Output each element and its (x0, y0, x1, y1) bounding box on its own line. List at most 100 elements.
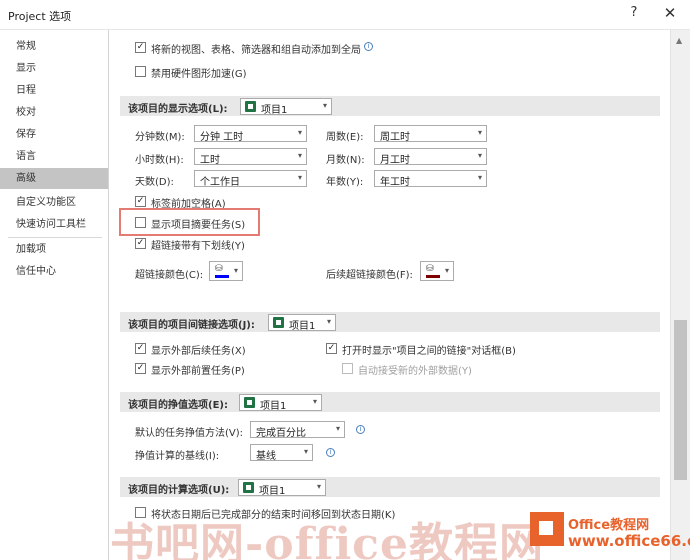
link-project-select[interactable]: 项目1 ▾ (268, 314, 336, 332)
sidebar-item-trust-center[interactable]: 信任中心 (0, 261, 108, 282)
show-external-successors-checkbox[interactable]: ✓ (135, 343, 146, 354)
office-logo-icon (530, 512, 564, 546)
project-file-icon (245, 101, 256, 112)
earned-value-header: 该项目的挣值选项(E): 项目1 ▾ (120, 392, 660, 412)
chevron-down-icon: ▾ (335, 424, 340, 433)
months-select[interactable]: 月工时 ▾ (374, 148, 487, 166)
project-file-icon (273, 317, 284, 328)
link-project-value: 项目1 (289, 321, 316, 332)
window-title: Project 选项 (8, 10, 72, 23)
display-project-value: 项目1 (261, 105, 288, 116)
disable-hw-accel-checkbox[interactable] (135, 66, 146, 77)
auto-accept-checkbox[interactable] (342, 363, 353, 374)
sidebar-item-quick-access[interactable]: 快速访问工具栏 (0, 214, 108, 235)
baseline-value: 基线 (256, 451, 276, 462)
chevron-down-icon: ▾ (444, 266, 449, 275)
show-links-dialog-label: 打开时显示"项目之间的链接"对话框(B) (342, 346, 516, 357)
calculation-project-value: 项目1 (259, 486, 286, 497)
scroll-up-icon[interactable]: ▲ (676, 36, 682, 45)
link-options-title: 该项目的项目间链接选项(J): (128, 320, 255, 331)
office-logo: Office教程网 www.office66.cn (528, 508, 690, 558)
hyperlink-color-button[interactable]: ⛁ ▾ (209, 261, 243, 281)
sidebar-item-display[interactable]: 显示 (0, 58, 108, 79)
chevron-down-icon: ▾ (326, 317, 331, 326)
baseline-label: 挣值计算的基线(I): (135, 451, 220, 462)
auto-accept-label: 自动接受新的外部数据(Y) (358, 366, 472, 377)
followed-color-button[interactable]: ⛁ ▾ (420, 261, 454, 281)
show-external-successors-label: 显示外部后续任务(X) (151, 346, 246, 357)
sidebar-divider (8, 237, 102, 238)
sidebar: 常规 显示 日程 校对 保存 语言 高级 自定义功能区 快速访问工具栏 加载项 … (0, 30, 109, 560)
chevron-down-icon: ▾ (477, 151, 482, 160)
days-label: 天数(D): (135, 177, 174, 188)
options-content: ✓ 将新的视图、表格、筛选器和组自动添加到全局 i 禁用硬件图形加速(G) 该项… (110, 30, 670, 560)
sidebar-item-addins[interactable]: 加载项 (0, 239, 108, 260)
highlight-box (119, 208, 260, 236)
earned-value-title: 该项目的挣值选项(E): (128, 400, 228, 411)
add-views-label: 将新的视图、表格、筛选器和组自动添加到全局 (151, 45, 361, 56)
show-external-predecessors-label: 显示外部前置任务(P) (151, 366, 245, 377)
sidebar-item-language[interactable]: 语言 (0, 146, 108, 167)
sidebar-item-general[interactable]: 常规 (0, 36, 108, 57)
underline-links-label: 超链接带有下划线(Y) (151, 241, 245, 252)
chevron-down-icon: ▾ (316, 482, 321, 491)
chevron-down-icon: ▾ (322, 101, 327, 110)
underline-links-checkbox[interactable]: ✓ (135, 238, 146, 249)
earned-value-project-select[interactable]: 项目1 ▾ (239, 394, 322, 412)
followed-color-swatch (426, 275, 440, 278)
weeks-label: 周数(E): (326, 132, 364, 143)
help-button[interactable]: ? (625, 5, 643, 23)
minutes-value: 分钟 工时 (200, 132, 244, 143)
chevron-down-icon: ▾ (297, 173, 302, 182)
chevron-down-icon: ▾ (303, 447, 308, 456)
scrollbar-thumb[interactable] (674, 320, 687, 480)
baseline-select[interactable]: 基线 ▾ (250, 444, 313, 462)
weeks-select[interactable]: 周工时 ▾ (374, 125, 487, 143)
paint-bucket-icon: ⛁ (426, 264, 434, 274)
sidebar-item-advanced[interactable]: 高级 (0, 168, 108, 189)
show-links-dialog-checkbox[interactable]: ✓ (326, 343, 337, 354)
months-value: 月工时 (380, 155, 410, 166)
chevron-down-icon: ▾ (477, 173, 482, 182)
paint-bucket-icon: ⛁ (215, 264, 223, 274)
sidebar-item-proofing[interactable]: 校对 (0, 102, 108, 123)
chevron-down-icon: ▾ (297, 151, 302, 160)
years-label: 年数(Y): (326, 177, 364, 188)
chevron-down-icon: ▾ (233, 266, 238, 275)
info-icon: i (326, 448, 335, 457)
logo-line1: Office教程网 (568, 518, 650, 533)
chevron-down-icon: ▾ (297, 128, 302, 137)
followed-color-label: 后续超链接颜色(F): (326, 270, 413, 281)
chevron-down-icon: ▾ (477, 128, 482, 137)
years-select[interactable]: 年工时 ▾ (374, 170, 487, 188)
calculation-header: 该项目的计算选项(U): 项目1 ▾ (120, 477, 660, 497)
default-method-select[interactable]: 完成百分比 ▾ (250, 421, 345, 439)
hours-value: 工时 (200, 155, 220, 166)
show-external-predecessors-checkbox[interactable]: ✓ (135, 363, 146, 374)
chevron-down-icon: ▾ (312, 397, 317, 406)
logo-line2: www.office66.cn (568, 532, 690, 550)
weeks-value: 周工时 (380, 132, 410, 143)
display-project-select[interactable]: 项目1 ▾ (240, 98, 332, 116)
vertical-scrollbar[interactable]: ▲ (670, 30, 690, 560)
disable-hw-accel-label: 禁用硬件图形加速(G) (151, 69, 247, 80)
add-views-checkbox[interactable]: ✓ (135, 42, 146, 53)
close-button[interactable]: ✕ (660, 4, 680, 24)
sidebar-item-save[interactable]: 保存 (0, 124, 108, 145)
earned-value-project-value: 项目1 (260, 401, 287, 412)
months-label: 月数(N): (326, 155, 365, 166)
calculation-title: 该项目的计算选项(U): (128, 485, 230, 496)
project-file-icon (243, 482, 254, 493)
days-select[interactable]: 个工作日 ▾ (194, 170, 307, 188)
add-space-checkbox[interactable]: ✓ (135, 196, 146, 207)
link-options-header: 该项目的项目间链接选项(J): 项目1 ▾ (120, 312, 660, 332)
title-bar: Project 选项 ? ✕ (0, 0, 690, 30)
minutes-select[interactable]: 分钟 工时 ▾ (194, 125, 307, 143)
calculation-project-select[interactable]: 项目1 ▾ (238, 479, 326, 497)
hyperlink-color-label: 超链接颜色(C): (135, 270, 204, 281)
default-method-value: 完成百分比 (256, 428, 306, 439)
sidebar-item-customize-ribbon[interactable]: 自定义功能区 (0, 192, 108, 213)
hours-select[interactable]: 工时 ▾ (194, 148, 307, 166)
days-value: 个工作日 (200, 177, 240, 188)
sidebar-item-schedule[interactable]: 日程 (0, 80, 108, 101)
